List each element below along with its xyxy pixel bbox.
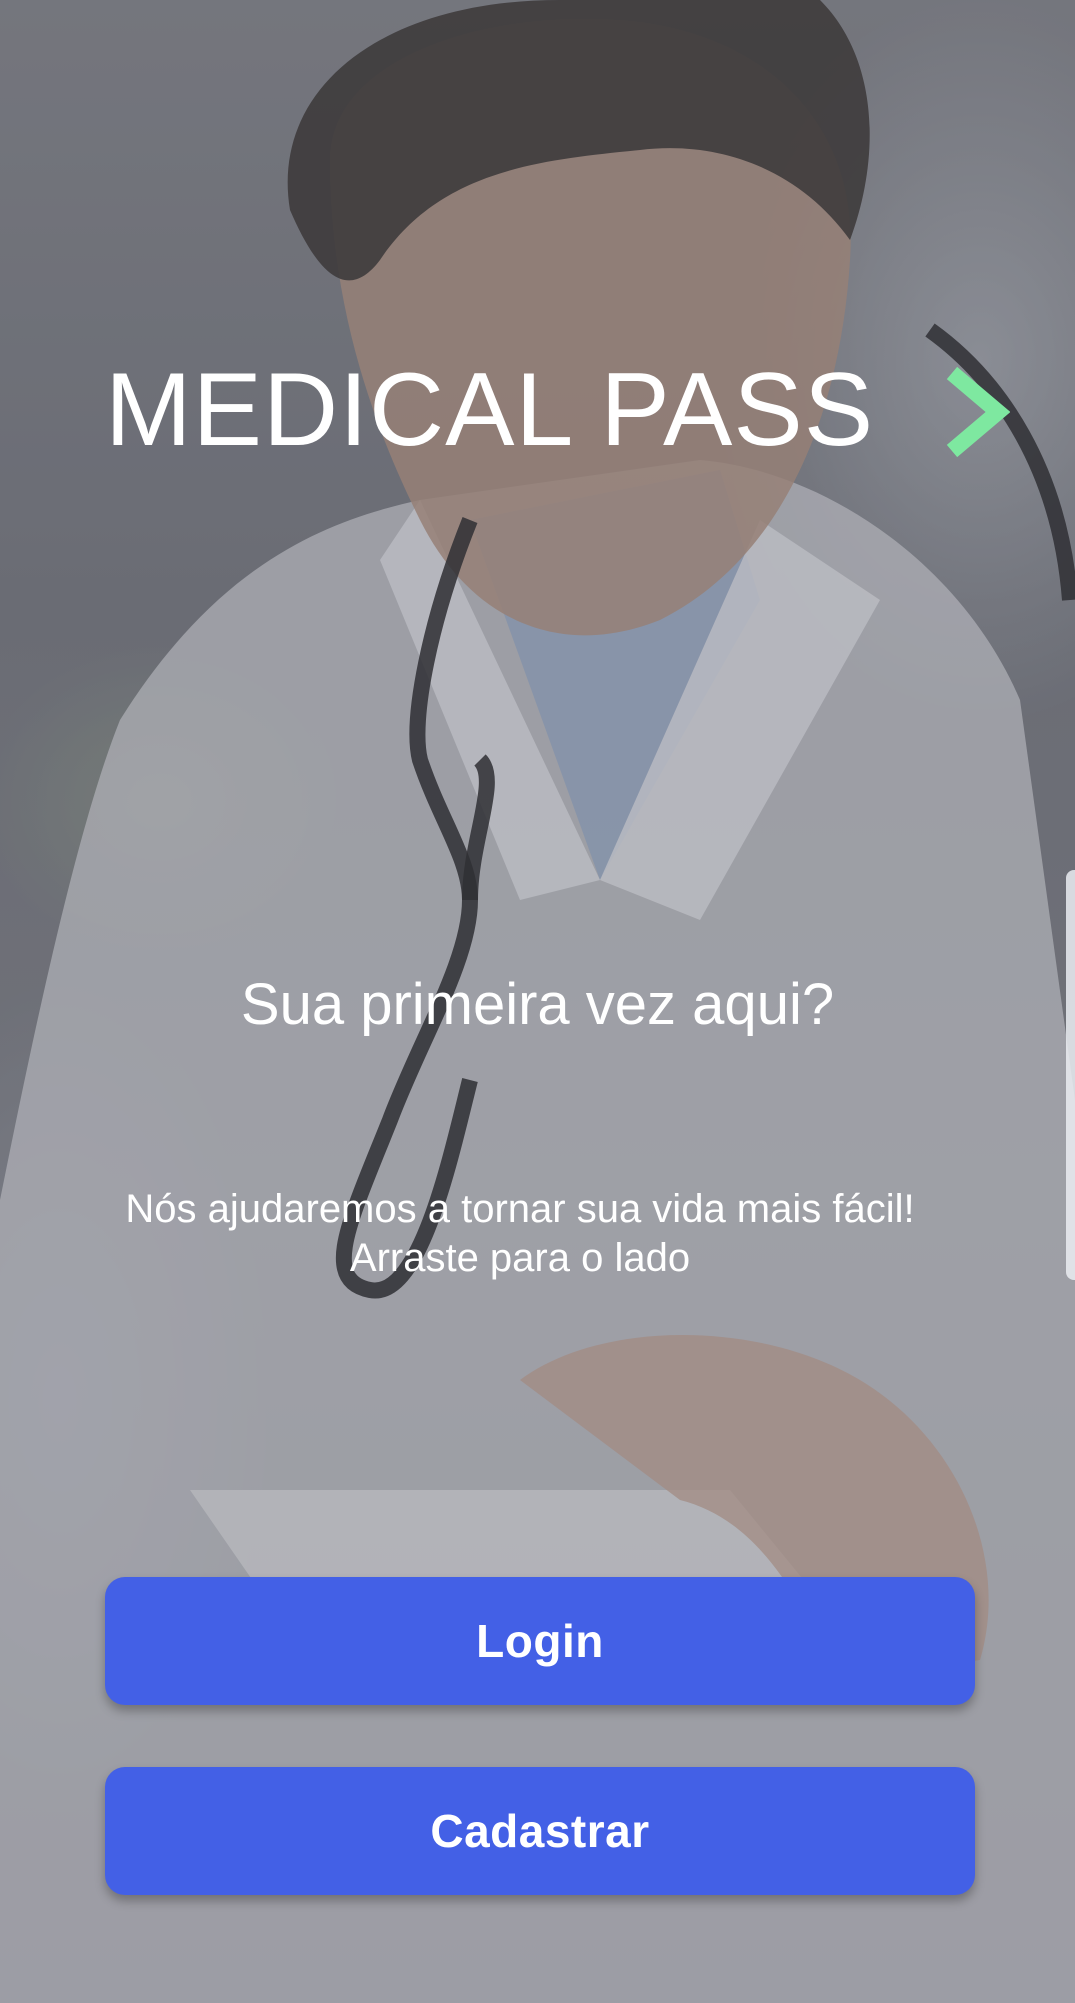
welcome-description: Nós ajudaremos a tornar sua vida mais fá… (90, 1185, 950, 1283)
edge-panel-handle[interactable] (1066, 870, 1075, 1280)
swipe-hint: Arraste para o lado (349, 1236, 691, 1280)
app-title: MEDICAL PASS (105, 352, 875, 468)
welcome-question: Sua primeira vez aqui? (240, 972, 835, 1037)
login-button[interactable]: Login (105, 1577, 975, 1705)
description-line-1: Nós ajudaremos a tornar sua vida mais fá… (125, 1187, 915, 1231)
header: MEDICAL PASS (105, 352, 1011, 468)
chevron-right-icon[interactable] (940, 365, 1011, 459)
register-button[interactable]: Cadastrar (105, 1767, 975, 1895)
